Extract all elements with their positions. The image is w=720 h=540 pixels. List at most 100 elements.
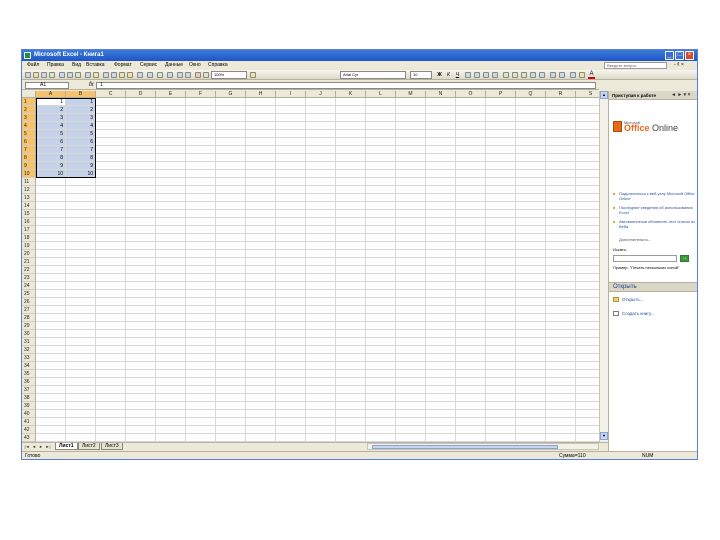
column-header-m[interactable]: M [396,91,426,98]
cell-r37[interactable] [546,386,576,394]
cell-d27[interactable] [126,306,156,314]
cell-l3[interactable] [366,114,396,122]
row-header-14[interactable]: 14 [22,202,36,210]
cell-o25[interactable] [456,290,486,298]
cell-q11[interactable] [516,178,546,186]
cell-f23[interactable] [186,274,216,282]
cell-c38[interactable] [96,394,126,402]
cell-m5[interactable] [396,130,426,138]
cell-a34[interactable] [36,362,66,370]
horizontal-scrollbar[interactable] [367,443,599,450]
cell-e41[interactable] [156,418,186,426]
cell-h6[interactable] [246,138,276,146]
task-pane-link-update[interactable]: Автоматически обновлять этот список из В… [613,219,695,229]
cell-k11[interactable] [336,178,366,186]
cell-d23[interactable] [126,274,156,282]
cell-j12[interactable] [306,186,336,194]
cell-f17[interactable] [186,226,216,234]
cell-s13[interactable] [576,194,599,202]
cell-m39[interactable] [396,402,426,410]
cell-i21[interactable] [276,258,306,266]
cell-s38[interactable] [576,394,599,402]
cell-d11[interactable] [126,178,156,186]
cell-n35[interactable] [426,370,456,378]
cell-n2[interactable] [426,106,456,114]
cell-j14[interactable] [306,202,336,210]
cell-b1[interactable]: 1 [66,98,96,106]
cell-f37[interactable] [186,386,216,394]
cell-s35[interactable] [576,370,599,378]
cell-k6[interactable] [336,138,366,146]
cell-l18[interactable] [366,234,396,242]
close-button[interactable]: × [685,51,694,60]
cell-g40[interactable] [216,410,246,418]
row-header-22[interactable]: 22 [22,266,36,274]
cell-q19[interactable] [516,242,546,250]
cell-a36[interactable] [36,378,66,386]
cell-d19[interactable] [126,242,156,250]
cell-h9[interactable] [246,162,276,170]
cell-q34[interactable] [516,362,546,370]
cell-g41[interactable] [216,418,246,426]
column-header-a[interactable]: A [36,91,66,98]
cell-c4[interactable] [96,122,126,130]
cell-n9[interactable] [426,162,456,170]
cell-d43[interactable] [126,434,156,442]
cell-s33[interactable] [576,354,599,362]
print-preview-icon[interactable] [75,72,81,78]
cell-n20[interactable] [426,250,456,258]
open-icon[interactable] [33,72,39,78]
row-header-33[interactable]: 33 [22,354,36,362]
cell-j26[interactable] [306,298,336,306]
cell-k1[interactable] [336,98,366,106]
cell-i9[interactable] [276,162,306,170]
cell-j29[interactable] [306,322,336,330]
cell-n24[interactable] [426,282,456,290]
cell-o36[interactable] [456,378,486,386]
cell-b29[interactable] [66,322,96,330]
cell-h25[interactable] [246,290,276,298]
cell-r28[interactable] [546,314,576,322]
cell-s32[interactable] [576,346,599,354]
cell-p8[interactable] [486,154,516,162]
prev-sheet-icon[interactable]: ◄ [31,443,37,450]
cell-n23[interactable] [426,274,456,282]
cell-p4[interactable] [486,122,516,130]
align-right-icon[interactable] [483,72,489,78]
cell-k31[interactable] [336,338,366,346]
cell-j7[interactable] [306,146,336,154]
cell-l21[interactable] [366,258,396,266]
cell-j13[interactable] [306,194,336,202]
cell-o24[interactable] [456,282,486,290]
cell-m4[interactable] [396,122,426,130]
cell-q43[interactable] [516,434,546,442]
cell-o37[interactable] [456,386,486,394]
cell-i11[interactable] [276,178,306,186]
cell-i43[interactable] [276,434,306,442]
cell-p43[interactable] [486,434,516,442]
cell-m42[interactable] [396,426,426,434]
cell-m10[interactable] [396,170,426,178]
cell-s26[interactable] [576,298,599,306]
cell-f36[interactable] [186,378,216,386]
cell-c6[interactable] [96,138,126,146]
cell-l34[interactable] [366,362,396,370]
cell-r7[interactable] [546,146,576,154]
row-header-38[interactable]: 38 [22,394,36,402]
cell-j36[interactable] [306,378,336,386]
cell-a17[interactable] [36,226,66,234]
cell-h8[interactable] [246,154,276,162]
column-header-e[interactable]: E [156,91,186,98]
sort-ascending-icon[interactable] [177,72,183,78]
cell-q39[interactable] [516,402,546,410]
cell-g32[interactable] [216,346,246,354]
cell-r24[interactable] [546,282,576,290]
cell-f26[interactable] [186,298,216,306]
row-header-23[interactable]: 23 [22,274,36,282]
cell-p17[interactable] [486,226,516,234]
cell-c43[interactable] [96,434,126,442]
cell-h38[interactable] [246,394,276,402]
cell-c31[interactable] [96,338,126,346]
cell-r32[interactable] [546,346,576,354]
cell-f32[interactable] [186,346,216,354]
